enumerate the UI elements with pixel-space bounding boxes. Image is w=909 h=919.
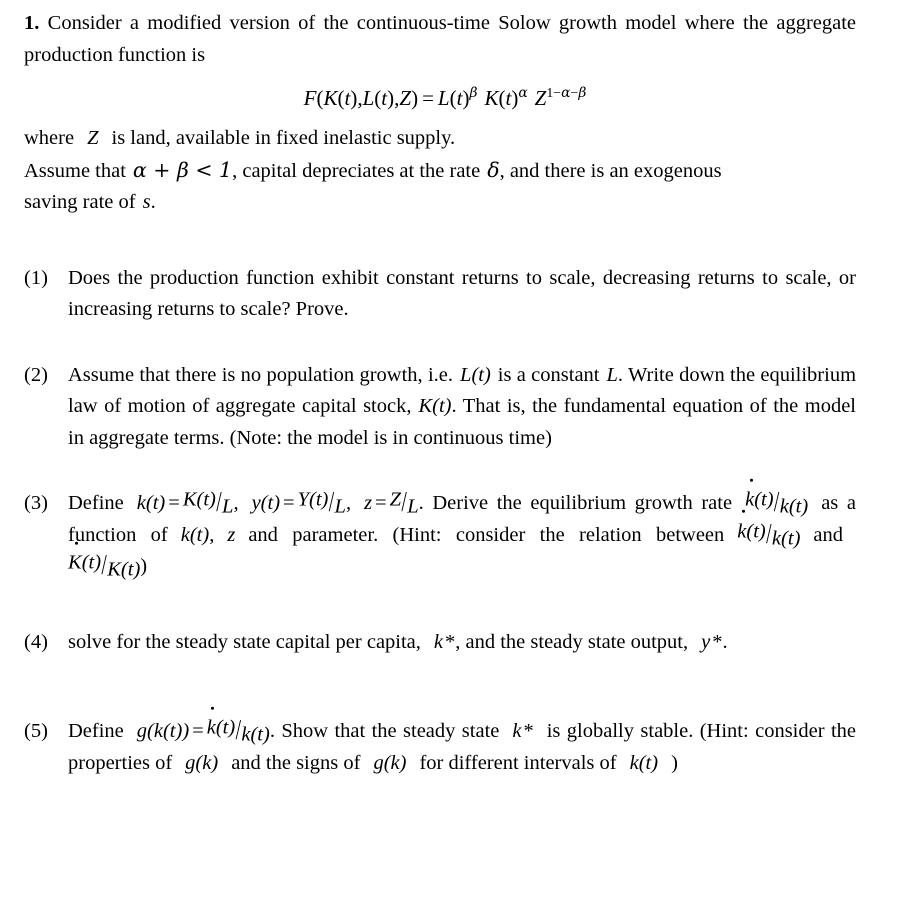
assume-delta: δ xyxy=(487,157,500,182)
q3-symbol-z: z xyxy=(227,523,236,546)
q2-symbol-L: L xyxy=(606,363,618,386)
saving-prefix: saving rate of xyxy=(24,191,136,213)
assume-suffix: , and there is an exogenous xyxy=(499,159,722,182)
question-text-4: solve for the steady state capital per c… xyxy=(68,627,856,659)
spacer-q2-q3 xyxy=(24,454,856,488)
q3-define-label: Define xyxy=(68,492,124,514)
eq-close-paren: ) xyxy=(411,86,419,110)
q4-kstar: k* xyxy=(433,630,456,653)
q5-define-label: Define xyxy=(68,720,124,742)
q2-symbol-Kt: K(t) xyxy=(418,395,452,417)
q3-comma-1: , xyxy=(233,492,239,514)
eq-exponent-beta: β xyxy=(469,85,478,101)
q3-ratio-k: k(t)/k(t) xyxy=(737,510,800,552)
question-number-1: (1) xyxy=(24,266,48,289)
q3-close-paren: ) xyxy=(140,555,148,577)
assume-condition: α + β < 1 xyxy=(132,157,233,182)
question-number-4: (4) xyxy=(24,630,48,653)
saving-period: . xyxy=(150,191,156,213)
question-number-2: (2) xyxy=(24,363,48,386)
q3-comma-2: , xyxy=(345,492,352,514)
question-list: (1) Does the production function exhibit… xyxy=(24,263,856,780)
q3-ratio-K: K(t)/K(t) xyxy=(68,541,140,583)
eq-paren-a: ( xyxy=(337,86,345,110)
q5-close-paren: ) xyxy=(671,751,678,774)
problem-intro: 1. Consider a modified version of the co… xyxy=(24,8,856,71)
question-number-5: (5) xyxy=(24,720,48,742)
q2-part-1: Assume that there is no population growt… xyxy=(68,363,454,386)
assume-prefix: Assume that xyxy=(24,159,126,182)
q3-comma-3: , xyxy=(209,523,215,546)
question-text-2: Assume that there is no population growt… xyxy=(68,360,856,455)
q5-symbol-kt: k(t) xyxy=(629,751,659,774)
spacer-q4-q5 xyxy=(24,658,856,716)
q5-part-4: for different intervals of xyxy=(419,751,617,774)
q2-part-2: is a constant xyxy=(497,363,600,386)
question-text-3: Define k(t) = K(t)/L, y(t) = Y(t)/L, z = Z/L. Der… xyxy=(68,478,856,583)
where-suffix: is land, available in fixed inelastic su… xyxy=(111,127,456,149)
eq-exponent-alpha: α xyxy=(518,85,528,101)
q5-gk-1: g(k) xyxy=(185,751,219,774)
eq-exp-minus-1: − xyxy=(553,85,562,100)
question-number-3: (3) xyxy=(24,492,48,514)
document-page: 1. Consider a modified version of the co… xyxy=(0,0,909,919)
q4-part-1: solve for the steady state capital per c… xyxy=(68,630,421,653)
question-item-1: (1) Does the production function exhibit… xyxy=(24,263,856,326)
question-item-2: (2) Assume that there is no population g… xyxy=(24,360,856,455)
assume-paragraph: Assume that α + β < 1, capital depreciate… xyxy=(24,155,856,188)
q3-def-k: k(t) = K(t)/L xyxy=(136,487,234,519)
eq-exponent-Z: 1−α−β xyxy=(546,85,586,100)
question-item-5: (5) Define g(k(t)) = k(t)/k(t). Show that t… xyxy=(24,706,856,779)
q4-ystar: y* xyxy=(701,630,723,653)
eq-K-2: K xyxy=(484,86,499,110)
spacer-before-q1 xyxy=(24,219,856,263)
eq-equals: = xyxy=(422,86,434,110)
q5-kstar: k* xyxy=(512,720,534,742)
assume-mid: , capital depreciates at the rate xyxy=(232,159,481,182)
eq-paren-e: ( xyxy=(449,86,457,110)
production-function-equation: F(K(t),L(t),Z) = L(t)β K(t)α Z1−α−β xyxy=(24,81,856,115)
q4-part-2: , and the steady state output, xyxy=(455,630,689,653)
saving-rate-line: saving rate of s. xyxy=(24,187,856,219)
q3-symbol-kt: k(t) xyxy=(180,523,210,546)
q3-def-y: y(t) = Y(t)/L xyxy=(251,487,346,519)
q5-part-1: . Show that the steady state xyxy=(269,720,500,742)
q4-part-3: . xyxy=(722,630,728,653)
eq-L-1: L xyxy=(362,86,375,110)
question-item-4: (4) solve for the steady state capital p… xyxy=(24,627,856,659)
question-text-5: Define g(k(t)) = k(t)/k(t). Show that the s… xyxy=(68,706,856,779)
q3-growth-rate-k: k(t)/k(t) xyxy=(745,478,808,520)
eq-F: F xyxy=(303,86,317,110)
question-item-3: (3) Define k(t) = K(t)/L, y(t) = Y(t)/L, z = Z/L.… xyxy=(24,478,856,583)
eq-L-2: L xyxy=(437,86,450,110)
where-symbol-Z: Z xyxy=(87,127,99,149)
spacer-q3-q4 xyxy=(24,583,856,627)
where-prefix: where xyxy=(24,127,75,149)
question-text-1: Does the production function exhibit con… xyxy=(68,266,856,321)
q5-gk-2: g(k) xyxy=(373,751,407,774)
q5-part-3: and the signs of xyxy=(231,751,361,774)
q3-part-3: and parameter. (Hint: consider the relat… xyxy=(248,523,725,546)
q3-def-z: z = Z/L xyxy=(364,487,419,519)
problem-number: 1. xyxy=(24,12,40,34)
eq-K: K xyxy=(323,86,338,110)
spacer-q1-q2 xyxy=(24,326,856,360)
eq-Z-2: Z xyxy=(534,86,547,110)
saving-symbol-s: s xyxy=(142,191,151,213)
problem-intro-line1: Consider a modified version of the conti… xyxy=(47,12,769,34)
eq-Z-1: Z xyxy=(399,86,412,110)
q3-and: and xyxy=(813,523,843,546)
where-line: where Zis land, available in fixed inelas… xyxy=(24,123,856,155)
q3-part-1: . Derive the equilibrium growth rate xyxy=(418,492,733,514)
eq-exp-beta: β xyxy=(578,85,587,101)
q5-g-definition: g(k(t)) = k(t)/k(t) xyxy=(137,706,270,748)
q2-symbol-Lt: L(t) xyxy=(460,363,491,386)
